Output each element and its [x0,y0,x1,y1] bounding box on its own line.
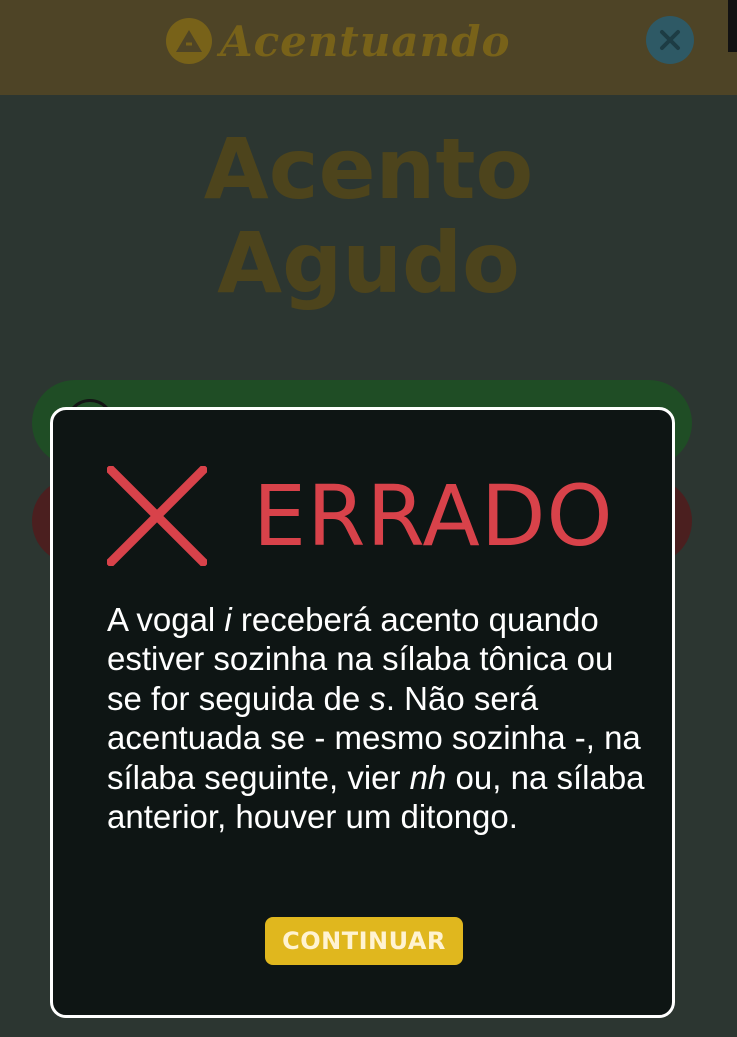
status-bar-fragment [728,0,737,52]
app-header: Acentuando [0,0,737,95]
feedback-emphasis: nh [409,758,447,796]
cross-x-icon [107,466,207,566]
feedback-emphasis: i [224,601,232,638]
page-title: Acento Agudo [0,122,737,310]
app-logo-text: Acentuando [220,16,511,66]
result-label: ERRADO [253,467,614,565]
accent-a-logo-icon [166,18,212,64]
feedback-modal: ERRADO A vogal i receberá acento quando … [50,407,675,1018]
feedback-text: A vogal i receberá acento quando estiver… [107,601,645,836]
page-title-line-2: Agudo [217,214,520,312]
page-title-line-1: Acento [203,120,534,218]
app-logo: Acentuando [166,14,511,68]
feedback-emphasis: s [369,679,386,717]
result-header: ERRADO [107,466,614,566]
close-icon [660,30,680,50]
close-button[interactable] [646,16,694,64]
continue-button[interactable]: CONTINUAR [265,917,463,965]
